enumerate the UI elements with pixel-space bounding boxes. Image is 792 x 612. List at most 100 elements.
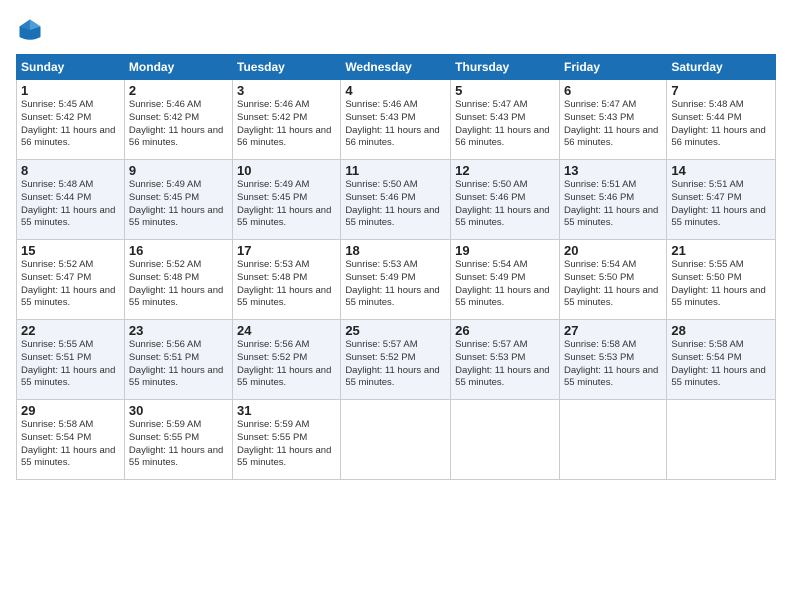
calendar-cell: 13 Sunrise: 5:51 AMSunset: 5:46 PMDaylig… (559, 160, 666, 240)
day-number: 2 (129, 83, 228, 98)
calendar-cell: 14 Sunrise: 5:51 AMSunset: 5:47 PMDaylig… (667, 160, 776, 240)
day-number: 27 (564, 323, 662, 338)
calendar-cell: 12 Sunrise: 5:50 AMSunset: 5:46 PMDaylig… (451, 160, 560, 240)
day-number: 4 (345, 83, 446, 98)
calendar-cell: 17 Sunrise: 5:53 AMSunset: 5:48 PMDaylig… (233, 240, 341, 320)
calendar-cell: 26 Sunrise: 5:57 AMSunset: 5:53 PMDaylig… (451, 320, 560, 400)
calendar-cell: 8 Sunrise: 5:48 AMSunset: 5:44 PMDayligh… (17, 160, 125, 240)
calendar-cell: 19 Sunrise: 5:54 AMSunset: 5:49 PMDaylig… (451, 240, 560, 320)
day-number: 16 (129, 243, 228, 258)
calendar-cell (559, 400, 666, 480)
day-number: 29 (21, 403, 120, 418)
calendar-cell: 9 Sunrise: 5:49 AMSunset: 5:45 PMDayligh… (124, 160, 232, 240)
day-number: 30 (129, 403, 228, 418)
day-number: 23 (129, 323, 228, 338)
day-header-friday: Friday (559, 55, 666, 80)
day-number: 3 (237, 83, 336, 98)
day-detail: Sunrise: 5:54 AMSunset: 5:50 PMDaylight:… (564, 259, 658, 308)
day-number: 5 (455, 83, 555, 98)
day-detail: Sunrise: 5:54 AMSunset: 5:49 PMDaylight:… (455, 259, 549, 308)
calendar-cell: 22 Sunrise: 5:55 AMSunset: 5:51 PMDaylig… (17, 320, 125, 400)
day-detail: Sunrise: 5:49 AMSunset: 5:45 PMDaylight:… (237, 179, 331, 228)
day-detail: Sunrise: 5:55 AMSunset: 5:50 PMDaylight:… (671, 259, 765, 308)
day-detail: Sunrise: 5:46 AMSunset: 5:42 PMDaylight:… (237, 99, 331, 148)
day-number: 24 (237, 323, 336, 338)
logo-icon (16, 16, 44, 44)
day-number: 28 (671, 323, 771, 338)
day-number: 13 (564, 163, 662, 178)
calendar-cell: 11 Sunrise: 5:50 AMSunset: 5:46 PMDaylig… (341, 160, 451, 240)
day-number: 6 (564, 83, 662, 98)
calendar-cell: 21 Sunrise: 5:55 AMSunset: 5:50 PMDaylig… (667, 240, 776, 320)
day-detail: Sunrise: 5:48 AMSunset: 5:44 PMDaylight:… (21, 179, 115, 228)
day-number: 14 (671, 163, 771, 178)
calendar-cell (451, 400, 560, 480)
calendar-cell: 4 Sunrise: 5:46 AMSunset: 5:43 PMDayligh… (341, 80, 451, 160)
day-number: 17 (237, 243, 336, 258)
calendar-cell: 7 Sunrise: 5:48 AMSunset: 5:44 PMDayligh… (667, 80, 776, 160)
day-detail: Sunrise: 5:46 AMSunset: 5:43 PMDaylight:… (345, 99, 439, 148)
day-number: 11 (345, 163, 446, 178)
calendar-cell: 30 Sunrise: 5:59 AMSunset: 5:55 PMDaylig… (124, 400, 232, 480)
day-detail: Sunrise: 5:59 AMSunset: 5:55 PMDaylight:… (237, 419, 331, 468)
day-number: 8 (21, 163, 120, 178)
calendar-cell: 6 Sunrise: 5:47 AMSunset: 5:43 PMDayligh… (559, 80, 666, 160)
day-number: 15 (21, 243, 120, 258)
calendar-cell: 10 Sunrise: 5:49 AMSunset: 5:45 PMDaylig… (233, 160, 341, 240)
day-header-monday: Monday (124, 55, 232, 80)
day-detail: Sunrise: 5:59 AMSunset: 5:55 PMDaylight:… (129, 419, 223, 468)
calendar-cell: 24 Sunrise: 5:56 AMSunset: 5:52 PMDaylig… (233, 320, 341, 400)
day-detail: Sunrise: 5:57 AMSunset: 5:52 PMDaylight:… (345, 339, 439, 388)
header (16, 16, 776, 44)
calendar-table: SundayMondayTuesdayWednesdayThursdayFrid… (16, 54, 776, 480)
day-detail: Sunrise: 5:57 AMSunset: 5:53 PMDaylight:… (455, 339, 549, 388)
day-detail: Sunrise: 5:47 AMSunset: 5:43 PMDaylight:… (564, 99, 658, 148)
day-number: 19 (455, 243, 555, 258)
day-number: 12 (455, 163, 555, 178)
day-detail: Sunrise: 5:50 AMSunset: 5:46 PMDaylight:… (455, 179, 549, 228)
day-detail: Sunrise: 5:52 AMSunset: 5:47 PMDaylight:… (21, 259, 115, 308)
day-detail: Sunrise: 5:56 AMSunset: 5:52 PMDaylight:… (237, 339, 331, 388)
day-header-tuesday: Tuesday (233, 55, 341, 80)
calendar-cell: 1 Sunrise: 5:45 AMSunset: 5:42 PMDayligh… (17, 80, 125, 160)
calendar-cell: 5 Sunrise: 5:47 AMSunset: 5:43 PMDayligh… (451, 80, 560, 160)
day-number: 26 (455, 323, 555, 338)
day-number: 9 (129, 163, 228, 178)
day-detail: Sunrise: 5:58 AMSunset: 5:54 PMDaylight:… (671, 339, 765, 388)
calendar-cell: 15 Sunrise: 5:52 AMSunset: 5:47 PMDaylig… (17, 240, 125, 320)
day-header-wednesday: Wednesday (341, 55, 451, 80)
calendar-cell: 28 Sunrise: 5:58 AMSunset: 5:54 PMDaylig… (667, 320, 776, 400)
logo (16, 16, 48, 44)
day-number: 10 (237, 163, 336, 178)
calendar-cell: 3 Sunrise: 5:46 AMSunset: 5:42 PMDayligh… (233, 80, 341, 160)
calendar-cell: 23 Sunrise: 5:56 AMSunset: 5:51 PMDaylig… (124, 320, 232, 400)
day-detail: Sunrise: 5:45 AMSunset: 5:42 PMDaylight:… (21, 99, 115, 148)
day-header-thursday: Thursday (451, 55, 560, 80)
day-detail: Sunrise: 5:53 AMSunset: 5:49 PMDaylight:… (345, 259, 439, 308)
calendar-cell: 20 Sunrise: 5:54 AMSunset: 5:50 PMDaylig… (559, 240, 666, 320)
calendar-cell (667, 400, 776, 480)
day-detail: Sunrise: 5:49 AMSunset: 5:45 PMDaylight:… (129, 179, 223, 228)
day-number: 20 (564, 243, 662, 258)
calendar-cell: 25 Sunrise: 5:57 AMSunset: 5:52 PMDaylig… (341, 320, 451, 400)
day-detail: Sunrise: 5:58 AMSunset: 5:53 PMDaylight:… (564, 339, 658, 388)
day-detail: Sunrise: 5:55 AMSunset: 5:51 PMDaylight:… (21, 339, 115, 388)
day-detail: Sunrise: 5:52 AMSunset: 5:48 PMDaylight:… (129, 259, 223, 308)
day-number: 21 (671, 243, 771, 258)
day-detail: Sunrise: 5:50 AMSunset: 5:46 PMDaylight:… (345, 179, 439, 228)
day-number: 25 (345, 323, 446, 338)
calendar-cell: 31 Sunrise: 5:59 AMSunset: 5:55 PMDaylig… (233, 400, 341, 480)
day-detail: Sunrise: 5:58 AMSunset: 5:54 PMDaylight:… (21, 419, 115, 468)
calendar-cell: 18 Sunrise: 5:53 AMSunset: 5:49 PMDaylig… (341, 240, 451, 320)
calendar-cell: 2 Sunrise: 5:46 AMSunset: 5:42 PMDayligh… (124, 80, 232, 160)
calendar-cell (341, 400, 451, 480)
day-header-saturday: Saturday (667, 55, 776, 80)
day-detail: Sunrise: 5:46 AMSunset: 5:42 PMDaylight:… (129, 99, 223, 148)
calendar-cell: 29 Sunrise: 5:58 AMSunset: 5:54 PMDaylig… (17, 400, 125, 480)
day-number: 22 (21, 323, 120, 338)
day-header-sunday: Sunday (17, 55, 125, 80)
day-number: 31 (237, 403, 336, 418)
day-detail: Sunrise: 5:51 AMSunset: 5:46 PMDaylight:… (564, 179, 658, 228)
calendar-cell: 16 Sunrise: 5:52 AMSunset: 5:48 PMDaylig… (124, 240, 232, 320)
day-number: 7 (671, 83, 771, 98)
